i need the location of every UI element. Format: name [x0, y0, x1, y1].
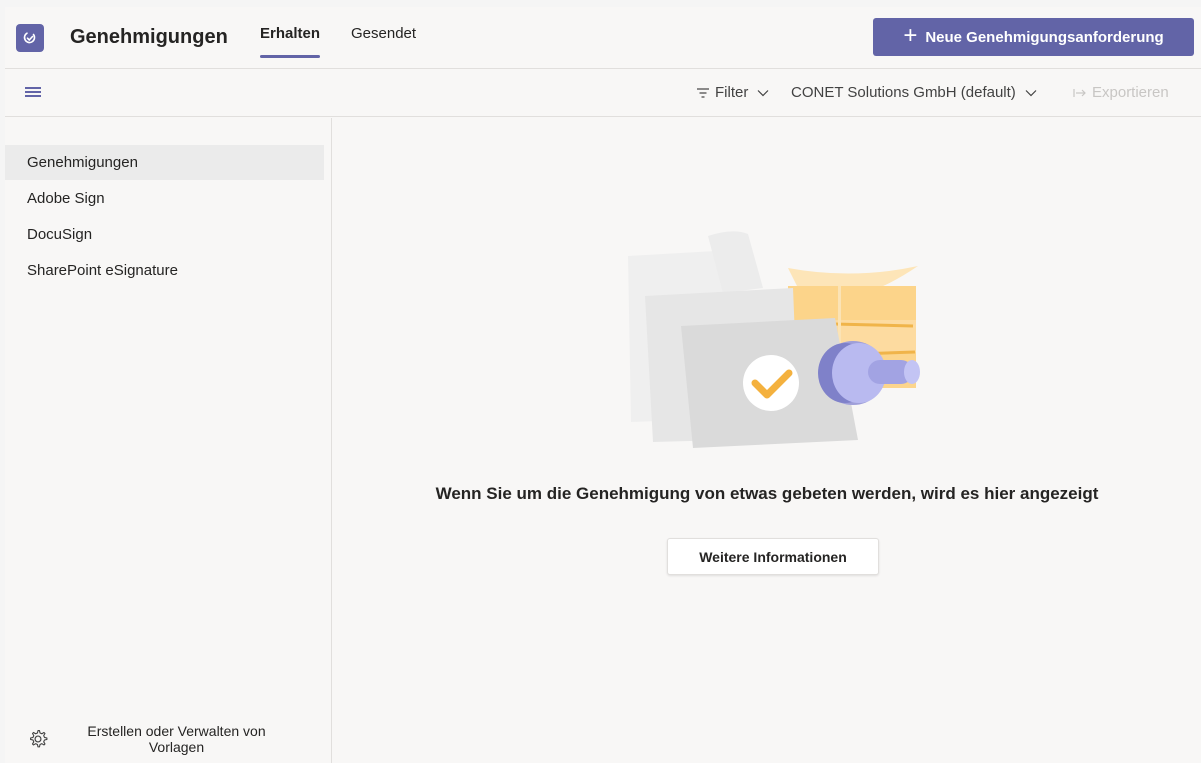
sidebar-item-sharepoint-esignature[interactable]: SharePoint eSignature — [5, 253, 324, 288]
gear-icon — [30, 730, 48, 748]
tab-received[interactable]: Erhalten — [260, 25, 321, 59]
manage-templates-button[interactable]: Erstellen oder Verwalten von Vorlagen — [27, 719, 327, 759]
hamburger-menu-icon[interactable] — [25, 85, 47, 101]
more-information-button[interactable]: Weitere Informationen — [667, 538, 879, 575]
empty-state-message: Wenn Sie um die Genehmigung von etwas ge… — [435, 484, 1099, 503]
new-approval-request-button[interactable]: + Neue Genehmigungsanforderung — [873, 18, 1194, 56]
approvals-app-icon[interactable] — [16, 24, 44, 52]
sidebar-item-adobe-sign[interactable]: Adobe Sign — [5, 181, 324, 216]
sidebar: Genehmigungen Adobe Sign DocuSign ShareP… — [5, 118, 332, 763]
environment-label: CONET Solutions GmbH (default) — [791, 84, 1016, 101]
plus-icon: + — [903, 22, 918, 49]
chevron-down-icon — [757, 89, 769, 96]
approvals-app: Genehmigungen Erhalten Gesendet + Neue G… — [5, 7, 1201, 763]
filter-label: Filter — [715, 84, 749, 101]
new-approval-request-label: Neue Genehmigungsanforderung — [925, 28, 1164, 46]
manage-templates-label: Erstellen oder Verwalten von Vorlagen — [87, 723, 266, 755]
sidebar-item-approvals[interactable]: Genehmigungen — [5, 145, 324, 180]
export-button[interactable]: Exportieren — [1073, 84, 1169, 101]
toolbar: Filter CONET Solutions GmbH (default) Ex… — [5, 70, 1201, 117]
main-content: Wenn Sie um die Genehmigung von etwas ge… — [333, 118, 1201, 763]
sidebar-item-docusign[interactable]: DocuSign — [5, 217, 324, 252]
filter-icon — [697, 87, 709, 98]
chevron-down-icon — [1025, 89, 1037, 96]
environment-selector[interactable]: CONET Solutions GmbH (default) — [791, 84, 1037, 101]
export-label: Exportieren — [1092, 84, 1169, 101]
approvals-logo-icon — [23, 32, 36, 44]
app-header: Genehmigungen Erhalten Gesendet + Neue G… — [5, 7, 1201, 69]
export-arrow-icon — [1073, 88, 1086, 97]
empty-state-illustration — [628, 231, 920, 448]
app-title: Genehmigungen — [70, 26, 228, 48]
tab-sent[interactable]: Gesendet — [351, 25, 416, 59]
filter-button[interactable]: Filter — [696, 84, 769, 101]
